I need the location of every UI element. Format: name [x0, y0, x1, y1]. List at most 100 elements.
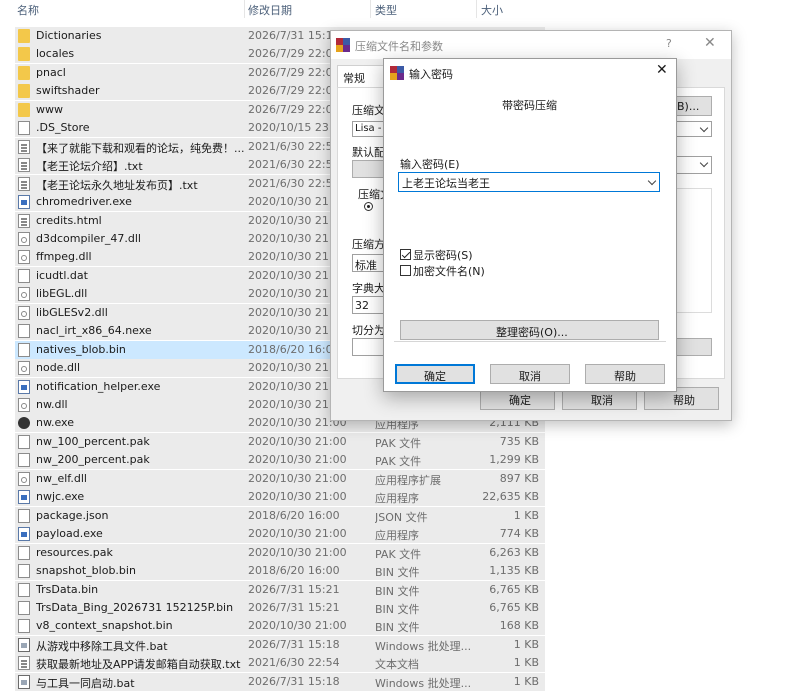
file-row[interactable]: snapshot_blob.bin 2018/6/20 16:00 BIN 文件 1,…	[15, 562, 545, 581]
dictionary-dropdown[interactable]: 32	[352, 296, 386, 314]
bat-icon	[18, 674, 30, 689]
file-row[interactable]: nw_200_percent.pak 2020/10/30 21:00 PAK 文件…	[15, 451, 545, 470]
split-volume-dropdown[interactable]	[352, 338, 386, 356]
file-icon	[18, 268, 30, 283]
show-password-checkbox[interactable]	[400, 249, 411, 260]
file-type: PAK 文件	[375, 547, 422, 561]
chevron-down-icon	[699, 123, 709, 133]
close-icon[interactable]: ✕	[704, 35, 716, 51]
chevron-down-icon[interactable]	[647, 176, 657, 186]
tab-general[interactable]: 常规	[337, 65, 385, 88]
file-date: 2020/10/30 21:	[248, 250, 333, 264]
dll-icon	[18, 305, 30, 320]
file-date: 2020/10/30 21:00	[248, 619, 347, 633]
password-ok-button[interactable]: 确定	[395, 364, 475, 384]
file-name: snapshot_blob.bin	[36, 564, 136, 578]
file-date: 2026/7/29 22:0	[248, 47, 333, 61]
password-cancel-button[interactable]: 取消	[490, 364, 570, 384]
html-file-icon	[18, 139, 30, 154]
file-name: nw_100_percent.pak	[36, 434, 150, 448]
file-row[interactable]: TrsData.bin 2026/7/31 15:21 BIN 文件 6,765 KB	[15, 580, 545, 599]
file-type: BIN 文件	[375, 584, 420, 598]
column-name[interactable]: 名称	[17, 2, 39, 18]
file-type: JSON 文件	[375, 510, 428, 524]
dll-icon	[18, 471, 30, 486]
method-dropdown[interactable]: 标准	[352, 254, 386, 272]
file-date: 2026/7/29 22:0	[248, 84, 333, 98]
encrypt-filenames-checkbox[interactable]	[400, 265, 411, 276]
file-row[interactable]: v8_context_snapshot.bin 2020/10/30 21:00 B…	[15, 617, 545, 636]
set-password-button[interactable]	[674, 338, 712, 356]
file-date: 2020/10/30 21:	[248, 324, 333, 338]
file-size: 1,135 KB	[489, 564, 539, 578]
file-row[interactable]: 获取最新地址及APP请发邮箱自动获取.txt 2021/6/30 22:54 文本文…	[15, 654, 545, 673]
file-size: 735 KB	[499, 434, 539, 448]
file-icon	[18, 508, 30, 523]
file-date: 2020/10/30 21:00	[248, 527, 347, 541]
update-mode-dropdown[interactable]	[674, 156, 712, 174]
password-help-button[interactable]: 帮助	[585, 364, 665, 384]
password-dialog: 输入密码 ✕ 带密码压缩 输入密码(E) 上老王论坛当老王 显示密码(S) 加密…	[383, 58, 677, 392]
file-name: locales	[36, 47, 75, 61]
file-icon	[18, 619, 30, 634]
file-row[interactable]: 从游戏中移除工具文件.bat 2026/7/31 15:18 Windows 批处理…	[15, 635, 545, 654]
help-icon[interactable]: ?	[666, 37, 672, 50]
file-row[interactable]: nwjc.exe 2020/10/30 21:00 应用程序 22,635 KB	[15, 488, 545, 507]
file-size: 774 KB	[499, 527, 539, 541]
file-row[interactable]: resources.pak 2020/10/30 21:00 PAK 文件 6,263…	[15, 543, 545, 562]
file-row[interactable]: TrsData_Bing_2026731 152125P.bin 2026/7/3…	[15, 598, 545, 617]
file-date: 2020/10/30 21:00	[248, 545, 347, 559]
file-name: nw_200_percent.pak	[36, 453, 150, 467]
encrypt-filenames-label[interactable]: 加密文件名(N)	[413, 263, 485, 279]
file-row[interactable]: package.json 2018/6/20 16:00 JSON 文件 1 KB	[15, 506, 545, 525]
file-name: www	[36, 102, 63, 116]
file-row[interactable]: nw_100_percent.pak 2020/10/30 21:00 PAK 文件…	[15, 432, 545, 451]
file-icon	[18, 582, 30, 597]
file-size: 22,635 KB	[482, 490, 539, 504]
file-icon	[18, 342, 30, 357]
file-row[interactable]: nw_elf.dll 2020/10/30 21:00 应用程序扩展 897 KB	[15, 469, 545, 488]
organize-passwords-button[interactable]: 整理密码(O)...	[400, 320, 659, 340]
password-input[interactable]: 上老王论坛当老王	[398, 172, 660, 192]
profiles-button[interactable]	[352, 160, 386, 178]
file-row[interactable]: payload.exe 2020/10/30 21:00 应用程序 774 KB	[15, 525, 545, 544]
file-name: swiftshader	[36, 84, 100, 98]
file-type: 应用程序	[375, 492, 419, 506]
archive-dialog-titlebar: 压缩文件名和参数 ? ✕	[331, 31, 731, 59]
file-name: icudtl.dat	[36, 268, 88, 282]
file-date: 2026/7/31 15:18	[248, 637, 340, 651]
file-type: BIN 文件	[375, 602, 420, 616]
rar-format-radio[interactable]	[364, 202, 373, 211]
close-icon[interactable]: ✕	[656, 62, 668, 78]
file-row[interactable]: 与工具一同启动.bat 2026/7/31 15:18 Windows 批处理...…	[15, 672, 545, 691]
dll-icon	[18, 231, 30, 246]
browse-button[interactable]: B)...	[674, 96, 712, 116]
exe-icon	[18, 527, 30, 542]
file-name: .DS_Store	[36, 121, 90, 135]
password-dialog-titlebar: 输入密码 ✕	[384, 59, 676, 87]
file-date: 2026/7/29 22:0	[248, 65, 333, 79]
file-size: 1 KB	[513, 674, 539, 688]
column-size[interactable]: 大小	[481, 2, 503, 18]
file-name: TrsData_Bing_2026731 152125P.bin	[36, 600, 234, 614]
column-date[interactable]: 修改日期	[248, 2, 292, 18]
winrar-icon	[390, 66, 404, 80]
dll-icon	[18, 287, 30, 302]
archive-name-field[interactable]: Lisa - S	[352, 121, 391, 137]
file-date: 2021/6/30 22:5	[248, 176, 333, 190]
file-date: 2026/7/29 22:0	[248, 102, 333, 116]
file-type: 应用程序扩展	[375, 473, 441, 487]
exe-icon	[18, 379, 30, 394]
column-type[interactable]: 类型	[375, 2, 397, 18]
exe-icon	[18, 490, 30, 505]
file-name: nacl_irt_x86_64.nexe	[36, 324, 152, 338]
folder-icon	[18, 84, 30, 99]
dll-icon	[18, 250, 30, 265]
file-date: 2020/10/30 21:	[248, 268, 333, 282]
file-date: 2026/7/31 15:21	[248, 582, 340, 596]
nw-app-icon	[18, 417, 30, 430]
file-type: BIN 文件	[375, 621, 420, 635]
archive-name-dropdown[interactable]	[674, 121, 712, 137]
show-password-label[interactable]: 显示密码(S)	[413, 247, 473, 263]
file-name: credits.html	[36, 213, 102, 227]
